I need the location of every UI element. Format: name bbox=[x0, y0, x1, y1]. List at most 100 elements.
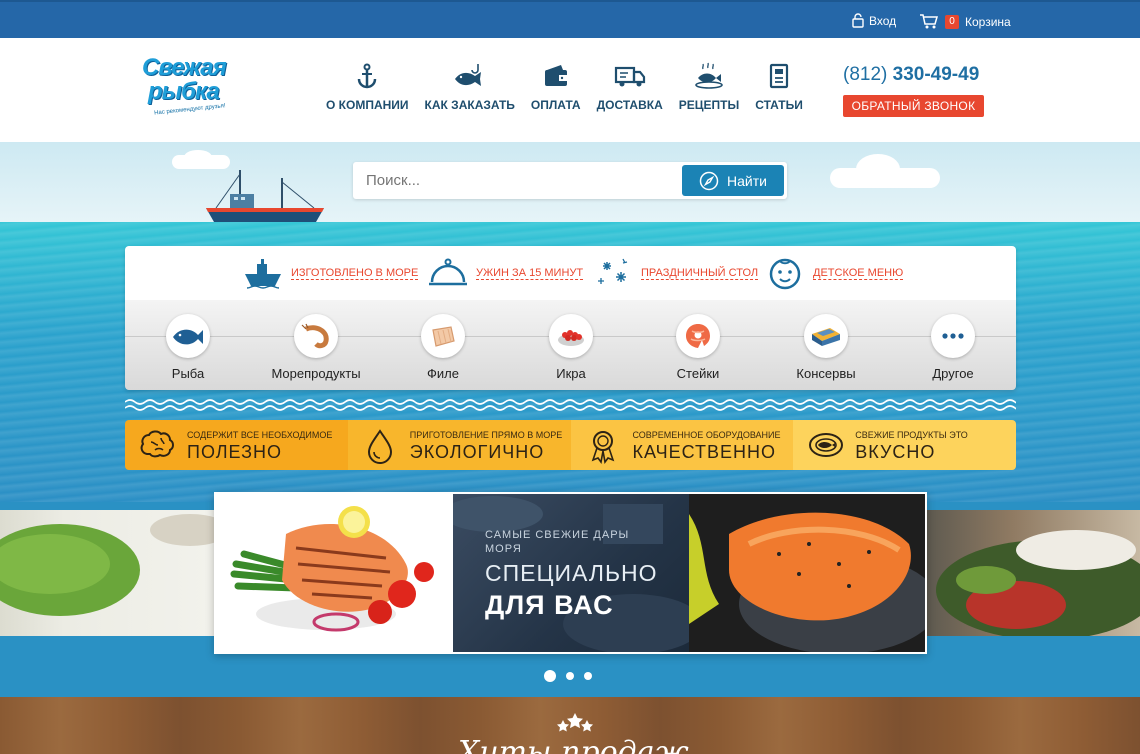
more-icon bbox=[942, 333, 964, 339]
benefit-caption: ПРИГОТОВЛЕНИЕ ПРЯМО В МОРЕ bbox=[409, 430, 563, 440]
callback-button[interactable]: ОБРАТНЫЙ ЗВОНОК bbox=[843, 95, 984, 117]
search-button-label: Найти bbox=[727, 172, 767, 189]
category-seafood[interactable]: Морепродукты bbox=[251, 314, 381, 381]
feature-kids-menu[interactable]: ДЕТСКОЕ МЕНЮ bbox=[765, 256, 904, 290]
feature-dinner-15-min[interactable]: УЖИН ЗА 15 МИНУТ bbox=[428, 256, 584, 290]
site-logo[interactable]: Свежая рыбка Нас рекомендуют друзья! bbox=[142, 56, 242, 128]
canned-fish-icon bbox=[812, 328, 840, 346]
benefits-bar: СОДЕРЖИТ ВСЕ НЕОБХОДИМОЕ ПОЛЕЗНО ПРИГОТО… bbox=[125, 420, 1016, 470]
category-fish[interactable]: Рыба bbox=[125, 314, 253, 381]
login-link[interactable]: Вход bbox=[852, 13, 896, 28]
login-label: Вход bbox=[869, 13, 897, 28]
slider-dot-2[interactable] bbox=[566, 672, 574, 680]
category-label: Стейки bbox=[676, 366, 720, 381]
nav-item-delivery[interactable]: ДОСТАВКА bbox=[589, 62, 671, 112]
caviar-icon bbox=[558, 330, 584, 346]
cart-icon bbox=[920, 14, 938, 29]
green-dish-image bbox=[0, 514, 214, 616]
ship-icon bbox=[245, 259, 281, 289]
nav-item-payment[interactable]: ОПЛАТА bbox=[523, 62, 589, 112]
site-header: Свежая рыбка Нас рекомендуют друзья! О К… bbox=[0, 38, 1140, 142]
special-offer-slide[interactable]: САМЫЕ СВЕЖИЕ ДАРЫ МОРЯ СПЕЦИАЛЬНО ДЛЯ ВА… bbox=[453, 494, 689, 652]
phone-digits: 330-49-49 bbox=[892, 64, 980, 85]
top-bar: Вход 0 Корзина bbox=[0, 0, 1140, 38]
benefit-caption: СВЕЖИЕ ПРОДУКТЫ ЭТО bbox=[855, 430, 968, 440]
wallet-icon bbox=[544, 65, 567, 86]
fish-icon bbox=[173, 329, 203, 345]
logo-line2: рыбка bbox=[148, 78, 220, 105]
category-label: Морепродукты bbox=[271, 366, 361, 381]
shrimp-icon bbox=[301, 323, 329, 349]
feature-festive-table[interactable]: ПРАЗДНИЧНЫЙ СТОЛ bbox=[593, 256, 759, 290]
fireworks-icon bbox=[598, 258, 628, 284]
slide-caption-big: ДЛЯ ВАС bbox=[485, 590, 614, 620]
slider-prev-preview[interactable] bbox=[0, 510, 214, 636]
logo-line1: Свежая bbox=[142, 54, 227, 81]
category-label: Консервы bbox=[796, 366, 856, 381]
benefit-tasty: СВЕЖИЕ ПРОДУКТЫ ЭТО ВКУСНО bbox=[793, 420, 1016, 470]
fishing-ship-illustration bbox=[206, 170, 324, 222]
fillet-icon bbox=[432, 326, 455, 347]
grilled-fish-slide bbox=[216, 494, 453, 652]
category-panel: ИЗГОТОВЛЕНО В МОРЕ УЖИН ЗА 15 МИНУТ ПРАЗ… bbox=[125, 246, 1016, 390]
cart-link[interactable]: 0 Корзина bbox=[919, 13, 1011, 30]
compass-icon bbox=[699, 171, 719, 190]
brain-icon bbox=[140, 430, 174, 458]
benefit-healthy: СОДЕРЖИТ ВСЕ НЕОБХОДИМОЕ ПОЛЕЗНО bbox=[125, 420, 348, 470]
slider-next-preview[interactable] bbox=[926, 510, 1140, 636]
nav-label: ДОСТАВКА bbox=[596, 98, 663, 112]
benefit-title: КАЧЕСТВЕННО bbox=[632, 442, 776, 462]
category-fish-badge bbox=[166, 314, 210, 358]
salad-image bbox=[936, 530, 1140, 636]
baby-face-icon bbox=[769, 258, 801, 290]
nav-label: СТАТЬИ bbox=[755, 98, 803, 112]
fish-dish-icon bbox=[695, 62, 723, 89]
category-canned[interactable]: Консервы bbox=[761, 314, 891, 381]
benefit-eco: ПРИГОТОВЛЕНИЕ ПРЯМО В МОРЕ ЭКОЛОГИЧНО bbox=[347, 420, 571, 470]
category-label: Рыба bbox=[171, 366, 205, 381]
feature-label: УЖИН ЗА 15 МИНУТ bbox=[476, 266, 584, 280]
slide-caption-mid: СПЕЦИАЛЬНО bbox=[485, 560, 658, 586]
truck-icon bbox=[614, 66, 645, 87]
category-caviar[interactable]: Икра bbox=[506, 314, 636, 381]
category-list: Рыба Морепродукты Филе Икра Стейки Консе… bbox=[125, 300, 1016, 390]
feature-label: ПРАЗДНИЧНЫЙ СТОЛ bbox=[641, 266, 759, 280]
feature-label: ИЗГОТОВЛЕНО В МОРЕ bbox=[291, 266, 419, 280]
nav-item-articles[interactable]: СТАТЬИ bbox=[747, 62, 811, 112]
benefit-title: ВКУСНО bbox=[855, 442, 936, 462]
grilled-fish-image bbox=[230, 506, 434, 632]
stars-icon bbox=[557, 713, 593, 732]
category-steaks[interactable]: Стейки bbox=[633, 314, 763, 381]
slide-caption-small: САМЫЕ СВЕЖИЕ ДАРЫ МОРЯ bbox=[485, 529, 630, 555]
benefit-caption: СОДЕРЖИТ ВСЕ НЕОБХОДИМОЕ bbox=[187, 430, 333, 440]
salmon-slide bbox=[689, 494, 925, 652]
fish-hook-icon bbox=[454, 64, 481, 86]
slider-pagination bbox=[544, 670, 592, 682]
search-input[interactable] bbox=[353, 162, 683, 199]
category-label: Другое bbox=[932, 366, 974, 381]
anchor-icon bbox=[358, 63, 377, 89]
search-button[interactable]: Найти bbox=[682, 165, 784, 196]
document-icon bbox=[769, 63, 789, 89]
benefit-caption: СОВРЕМЕННОЕ ОБОРУДОВАНИЕ bbox=[632, 430, 781, 440]
nav-label: КАК ЗАКАЗАТЬ bbox=[424, 98, 515, 112]
feature-made-at-sea[interactable]: ИЗГОТОВЛЕНО В МОРЕ bbox=[243, 256, 419, 290]
feature-label: ДЕТСКОЕ МЕНЮ bbox=[813, 266, 904, 280]
category-other[interactable]: Другое bbox=[888, 314, 1016, 381]
dish-icon bbox=[809, 433, 844, 457]
category-label: Филе bbox=[427, 366, 459, 381]
promo-slider: САМЫЕ СВЕЖИЕ ДАРЫ МОРЯ СПЕЦИАЛЬНО ДЛЯ ВА… bbox=[214, 492, 927, 654]
nav-item-how-to-order[interactable]: КАК ЗАКАЗАТЬ bbox=[417, 62, 523, 112]
nav-item-recipes[interactable]: РЕЦЕПТЫ bbox=[671, 62, 747, 112]
main-nav: О КОМПАНИИ КАК ЗАКАЗАТЬ ОПЛАТА ДОСТАВКА … bbox=[318, 62, 811, 112]
nav-item-about[interactable]: О КОМПАНИИ bbox=[318, 62, 417, 112]
benefit-title: ЭКОЛОГИЧНО bbox=[409, 442, 545, 462]
phone-number[interactable]: (812) 330-49-49 bbox=[843, 64, 979, 86]
slider-dot-3[interactable] bbox=[584, 672, 592, 680]
cart-label: Корзина bbox=[965, 14, 1011, 29]
slider-dot-1[interactable] bbox=[544, 670, 556, 682]
category-fillet-badge bbox=[421, 314, 465, 358]
benefit-quality: СОВРЕМЕННОЕ ОБОРУДОВАНИЕ КАЧЕСТВЕННО bbox=[570, 420, 794, 470]
category-label: Икра bbox=[556, 366, 586, 381]
category-fillet[interactable]: Филе bbox=[378, 314, 508, 381]
